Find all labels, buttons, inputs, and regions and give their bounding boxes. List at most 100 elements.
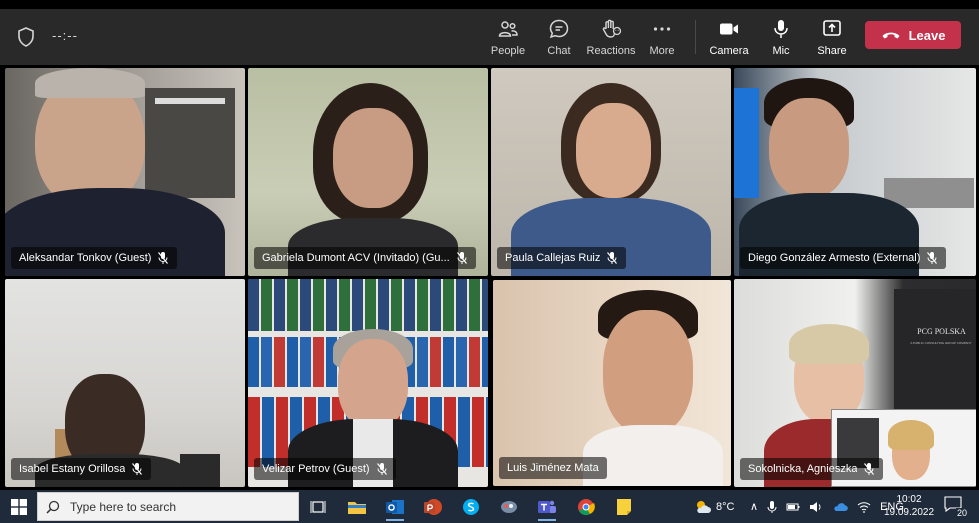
sticky-note-icon bbox=[617, 498, 631, 515]
powerpoint-icon bbox=[424, 498, 442, 515]
weather-cloud-sun-icon bbox=[697, 500, 711, 513]
taskbar-skype[interactable] bbox=[454, 492, 488, 521]
mic-off-icon bbox=[158, 252, 169, 264]
task-view-icon bbox=[310, 500, 326, 513]
participant-name: Isabel Estany Orillosa bbox=[19, 463, 126, 475]
participant-name: Gabriela Dumont ACV (Invitado) (Gu... bbox=[262, 252, 450, 264]
windows-logo-icon bbox=[10, 498, 27, 515]
participant-face bbox=[333, 108, 413, 208]
mic-off-icon bbox=[456, 252, 467, 264]
more-label: More bbox=[649, 45, 675, 57]
more-icon bbox=[653, 27, 671, 31]
taskbar-teams[interactable] bbox=[530, 492, 564, 521]
camera-label: Camera bbox=[709, 45, 749, 57]
bookshelf-background bbox=[145, 88, 235, 198]
pcg-logo-text: PCG POLSKA bbox=[917, 327, 966, 336]
people-button[interactable]: People bbox=[487, 9, 529, 65]
logo-wall-background bbox=[894, 289, 976, 409]
search-icon bbox=[46, 500, 60, 514]
weather-widget[interactable]: 8°C bbox=[694, 490, 734, 523]
volume-icon[interactable] bbox=[809, 501, 823, 513]
participant-hair bbox=[789, 324, 869, 364]
meeting-timer: --:-- bbox=[52, 28, 78, 43]
taskbar-search-box[interactable]: Type here to search bbox=[37, 492, 299, 521]
taskbar-outlook[interactable] bbox=[378, 492, 412, 521]
participant-tile[interactable]: Paula Callejas Ruiz bbox=[491, 68, 731, 276]
notification-center-button[interactable]: 20 bbox=[944, 496, 968, 518]
binder-shelf-top bbox=[248, 279, 488, 331]
participant-name-bar: Luis Jiménez Mata bbox=[499, 457, 607, 479]
folder-icon bbox=[348, 501, 366, 514]
share-button[interactable]: Share bbox=[816, 9, 848, 65]
outlook-icon bbox=[386, 499, 404, 514]
task-view-button[interactable] bbox=[302, 492, 336, 521]
chat-label: Chat bbox=[547, 45, 571, 57]
shield-icon[interactable] bbox=[14, 25, 38, 49]
taskbar-file-explorer[interactable] bbox=[340, 492, 374, 521]
app-icon bbox=[501, 500, 517, 513]
participant-name: Diego González Armesto (External) bbox=[748, 252, 921, 264]
share-screen-icon bbox=[823, 20, 841, 36]
mic-button[interactable]: Mic bbox=[766, 9, 796, 65]
participant-tile[interactable]: Diego González Armesto (External) bbox=[734, 68, 976, 276]
participant-hair bbox=[35, 68, 145, 98]
participant-name-bar: Velizar Petrov (Guest) bbox=[254, 458, 396, 480]
participant-tile[interactable]: Velizar Petrov (Guest) bbox=[248, 279, 488, 487]
battery-icon[interactable] bbox=[786, 502, 800, 512]
clock-date: 19.09.2022 bbox=[883, 507, 935, 518]
mic-label: Mic bbox=[772, 45, 790, 57]
taskbar-powerpoint[interactable] bbox=[416, 492, 450, 521]
video-grid: Aleksandar Tonkov (Guest) Gabriela Dumon… bbox=[0, 65, 979, 490]
more-button[interactable]: More bbox=[645, 9, 679, 65]
taskbar-sticky-notes[interactable] bbox=[607, 492, 641, 521]
camera-button[interactable]: Camera bbox=[709, 9, 749, 65]
self-view-hair bbox=[888, 420, 934, 450]
chat-icon bbox=[549, 19, 569, 39]
window-top-strip bbox=[0, 0, 979, 9]
participant-face bbox=[769, 98, 849, 198]
participant-name: Aleksandar Tonkov (Guest) bbox=[19, 252, 152, 264]
pcg-logo-subtext: A PUBLIC CONSULTING GROUP COMPANY bbox=[910, 341, 972, 345]
participant-tile[interactable]: PCG POLSKA A PUBLIC CONSULTING GROUP COM… bbox=[734, 279, 976, 487]
mic-off-icon bbox=[607, 252, 618, 264]
onedrive-cloud-icon[interactable] bbox=[832, 502, 848, 512]
participant-face bbox=[338, 339, 408, 429]
participant-tile[interactable]: Aleksandar Tonkov (Guest) bbox=[5, 68, 245, 276]
microphone-tray-icon[interactable] bbox=[767, 500, 777, 514]
participant-tile[interactable]: Gabriela Dumont ACV (Invitado) (Gu... bbox=[248, 68, 488, 276]
skype-icon bbox=[463, 498, 479, 515]
taskbar-clock[interactable]: 10:02 19.09.2022 bbox=[876, 493, 942, 519]
participant-name: Sokolnicka, Agnieszka bbox=[748, 463, 858, 475]
participant-tile[interactable]: Isabel Estany Orillosa bbox=[5, 279, 245, 487]
wifi-icon[interactable] bbox=[857, 501, 871, 513]
leave-label: Leave bbox=[908, 27, 946, 43]
hang-up-icon bbox=[882, 32, 900, 39]
people-label: People bbox=[490, 45, 526, 57]
participant-tile-active-speaker[interactable]: Luis Jiménez Mata bbox=[493, 280, 731, 486]
mic-off-icon bbox=[132, 463, 143, 475]
start-button[interactable] bbox=[0, 490, 37, 523]
taskbar-app[interactable] bbox=[492, 492, 526, 521]
people-icon bbox=[498, 21, 518, 37]
mic-off-icon bbox=[927, 252, 938, 264]
participant-name-bar: Paula Callejas Ruiz bbox=[497, 247, 627, 269]
share-label: Share bbox=[817, 45, 847, 57]
participant-name: Paula Callejas Ruiz bbox=[505, 252, 601, 264]
taskbar-chrome[interactable] bbox=[569, 492, 603, 521]
participant-name: Velizar Petrov (Guest) bbox=[262, 463, 370, 475]
windows-taskbar: Type here to search 8°C ∧ ENG 10:02 19.0… bbox=[0, 490, 979, 523]
shelf-decor bbox=[155, 98, 225, 104]
leave-button[interactable]: Leave bbox=[865, 21, 961, 49]
mic-off-icon bbox=[864, 463, 875, 475]
clock-time: 10:02 bbox=[896, 494, 922, 505]
chrome-icon bbox=[578, 498, 595, 515]
blue-screen-background bbox=[734, 88, 759, 198]
reactions-button[interactable]: Reactions bbox=[587, 9, 635, 65]
chevron-up-icon[interactable]: ∧ bbox=[750, 500, 758, 513]
temperature-text: 8°C bbox=[716, 500, 735, 513]
teams-icon bbox=[538, 500, 556, 513]
mic-off-icon bbox=[376, 463, 387, 475]
chat-button[interactable]: Chat bbox=[542, 9, 576, 65]
participant-name-bar: Gabriela Dumont ACV (Invitado) (Gu... bbox=[254, 247, 476, 269]
participant-name-bar: Isabel Estany Orillosa bbox=[11, 458, 152, 480]
